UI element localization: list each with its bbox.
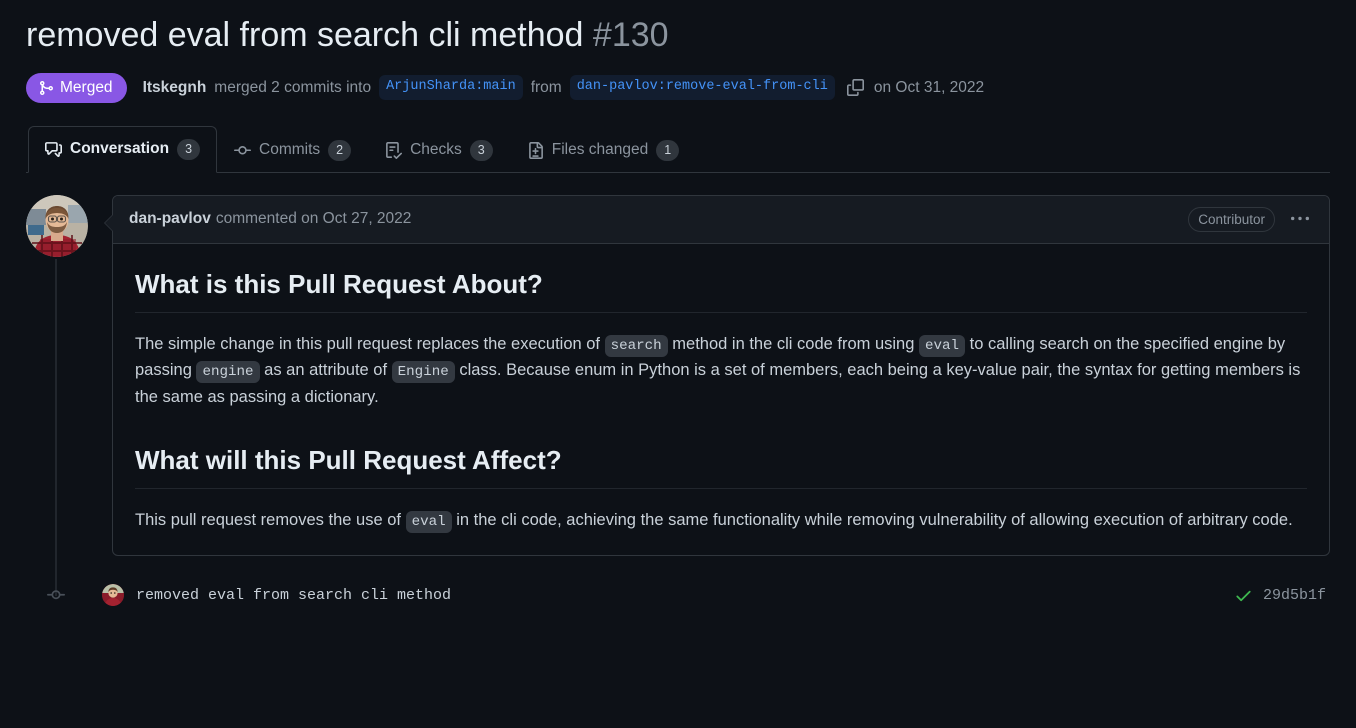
- pr-timeline: dan-pavlov commented on Oct 27, 2022 Con…: [26, 194, 1330, 597]
- section-paragraph-1: The simple change in this pull request r…: [135, 331, 1307, 410]
- pr-header: removed eval from search cli method #130…: [0, 0, 1356, 117]
- tab-checks[interactable]: Checks 3: [368, 127, 510, 173]
- copy-icon[interactable]: [846, 79, 864, 96]
- code-span-search: search: [604, 334, 668, 357]
- merged-date: on Oct 31, 2022: [873, 78, 985, 96]
- pr-number: #130: [592, 16, 669, 54]
- from-text: from: [530, 78, 562, 96]
- commit-message[interactable]: removed eval from search cli method: [136, 587, 451, 604]
- tab-counter: 3: [177, 139, 201, 160]
- comment-author[interactable]: dan-pavlov: [129, 210, 211, 228]
- tab-label: Commits: [259, 141, 321, 159]
- pr-meta-line: Merged Itskegnh merged 2 commits into Ar…: [26, 72, 1330, 117]
- section-paragraph-2: This pull request removes the use of eva…: [135, 507, 1307, 533]
- text-run: as an attribute of: [259, 361, 392, 380]
- timeline-commit-row: removed eval from search cli method 29d5…: [26, 574, 1330, 616]
- base-branch-chip[interactable]: ArjunSharda:main: [379, 75, 523, 100]
- text-run: The simple change in this pull request r…: [135, 334, 605, 353]
- head-branch-chip[interactable]: dan-pavlov:remove-eval-from-cli: [569, 75, 835, 100]
- commit-sha[interactable]: 29d5b1f: [1263, 587, 1326, 604]
- merger-username[interactable]: Itskegnh: [143, 79, 207, 97]
- page-title: removed eval from search cli method #130: [26, 14, 1330, 57]
- code-span-engine: engine: [196, 361, 260, 384]
- kebab-menu-icon[interactable]: [1287, 208, 1313, 230]
- text-run: method in the cli code from using: [667, 334, 919, 353]
- comment-discussion-icon: [45, 141, 62, 158]
- check-icon[interactable]: [1234, 586, 1253, 605]
- file-diff-icon: [527, 141, 544, 159]
- pr-tab-navigation: Conversation 3 Commits 2 Checks 3 Files …: [26, 117, 1330, 173]
- comment-thread: dan-pavlov commented on Oct 27, 2022 Con…: [26, 194, 1330, 557]
- text-run: in the cli code, achieving the same func…: [451, 510, 1293, 529]
- tab-counter: 1: [656, 140, 680, 161]
- git-commit-icon: [28, 586, 84, 604]
- section-heading-1: What is this Pull Request About?: [135, 268, 1307, 313]
- commit-status-group: 29d5b1f: [1234, 586, 1330, 605]
- merged-text: merged 2 commits into: [214, 78, 372, 96]
- comment-body: What is this Pull Request About? The sim…: [113, 244, 1329, 555]
- status-badge-merged[interactable]: Merged: [26, 72, 127, 103]
- tab-label: Conversation: [70, 140, 170, 158]
- tab-commits[interactable]: Commits 2: [217, 127, 368, 173]
- pr-title-text: removed eval from search cli method: [26, 16, 584, 54]
- checklist-icon: [385, 141, 403, 159]
- git-commit-icon: [234, 142, 252, 159]
- avatar[interactable]: [26, 194, 88, 257]
- code-span-eval: eval: [919, 334, 966, 357]
- comment-container: dan-pavlov commented on Oct 27, 2022 Con…: [104, 194, 1330, 557]
- comment-header: dan-pavlov commented on Oct 27, 2022 Con…: [113, 195, 1329, 245]
- text-run: This pull request removes the use of: [135, 510, 406, 529]
- tab-label: Files changed: [551, 141, 649, 159]
- status-badge-label: Merged: [60, 78, 113, 96]
- author-association-badge: Contributor: [1188, 206, 1275, 233]
- git-merge-icon: [38, 80, 54, 96]
- tab-counter: 2: [328, 140, 352, 161]
- comment-action-text: commented on Oct 27, 2022: [215, 210, 412, 228]
- tab-conversation[interactable]: Conversation 3: [28, 126, 218, 173]
- code-span-Engine: Engine: [391, 361, 455, 384]
- tab-counter: 3: [469, 140, 493, 161]
- tab-files-changed[interactable]: Files changed 1: [510, 127, 696, 173]
- tab-label: Checks: [410, 141, 462, 159]
- commit-author-avatar[interactable]: [102, 584, 124, 607]
- section-heading-2: What will this Pull Request Affect?: [135, 444, 1307, 489]
- code-span-eval-2: eval: [405, 510, 452, 533]
